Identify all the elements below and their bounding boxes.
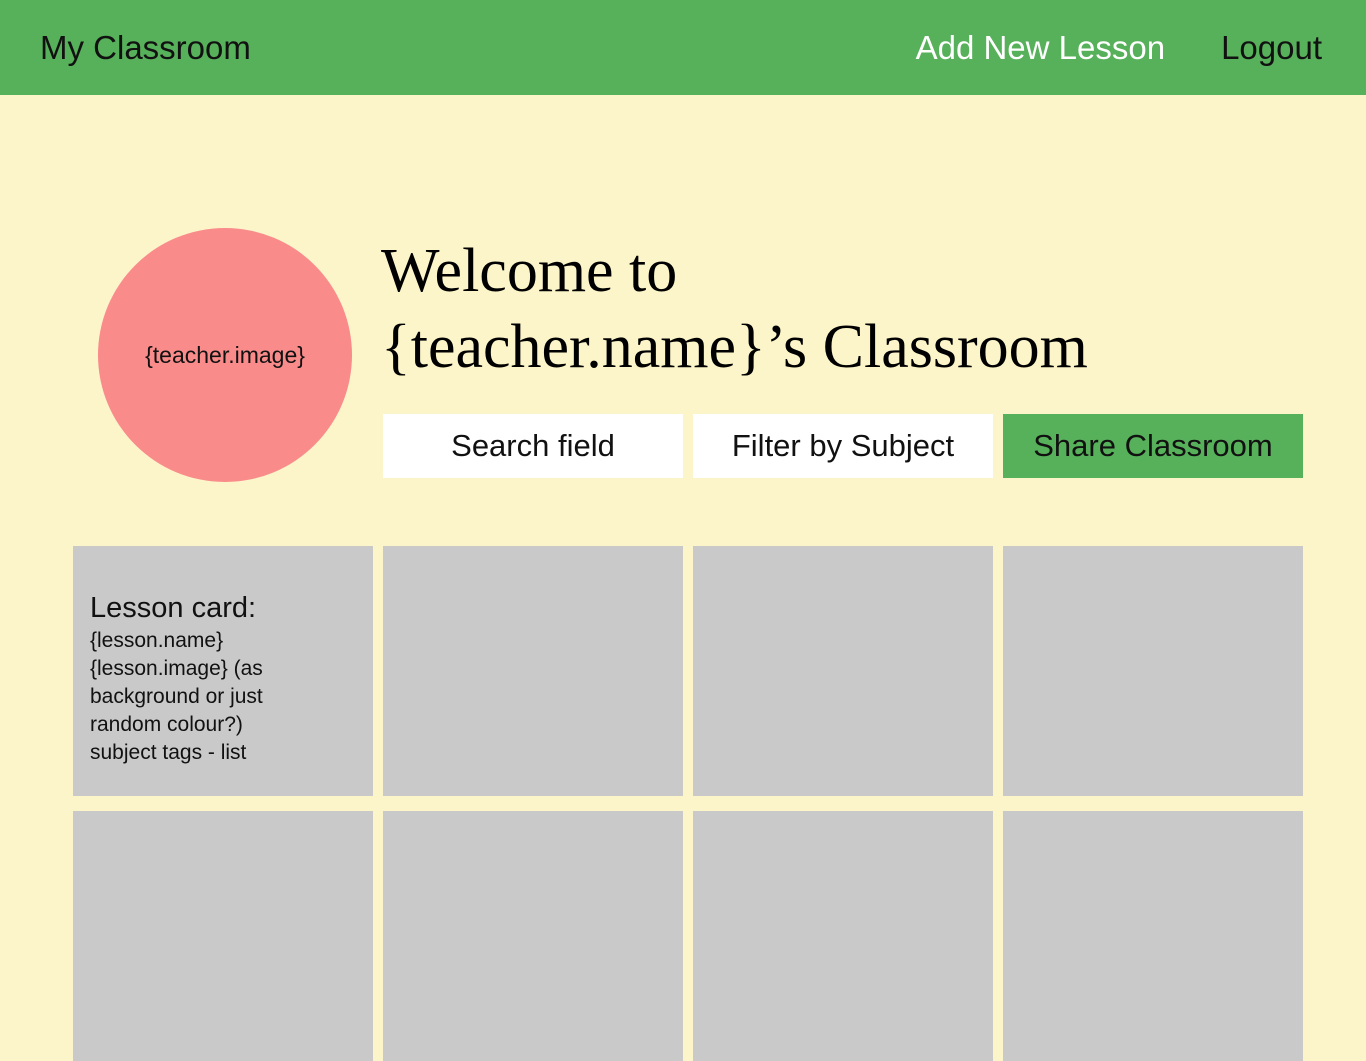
page-title: Welcome to {teacher.name}’s Classroom xyxy=(381,233,1311,385)
share-classroom-button[interactable]: Share Classroom xyxy=(1003,414,1303,478)
lesson-card-note-line: random colour?) xyxy=(90,713,243,736)
nav-link-add-new-lesson[interactable]: Add New Lesson xyxy=(916,31,1165,64)
lesson-card[interactable]: Lesson card: {lesson.name} {lesson.image… xyxy=(73,546,373,796)
nav-links-group: Add New Lesson Logout xyxy=(916,0,1322,95)
page-title-line-1: Welcome to xyxy=(381,237,678,305)
filter-by-subject-select[interactable]: Filter by Subject xyxy=(693,414,993,478)
lesson-card[interactable] xyxy=(383,546,683,796)
welcome-hero-section: {teacher.image} Welcome to {teacher.name… xyxy=(0,95,1366,535)
classroom-toolbar: Search field Filter by Subject Share Cla… xyxy=(383,414,1303,478)
lesson-card[interactable] xyxy=(383,811,683,1061)
top-navigation-bar: My Classroom Add New Lesson Logout xyxy=(0,0,1366,95)
classroom-dashboard: My Classroom Add New Lesson Logout {teac… xyxy=(0,0,1366,1061)
lesson-card[interactable] xyxy=(693,811,993,1061)
search-input[interactable]: Search field xyxy=(383,414,683,478)
lesson-card[interactable] xyxy=(73,811,373,1061)
lesson-card-heading: Lesson card: xyxy=(90,592,257,624)
nav-link-logout[interactable]: Logout xyxy=(1221,31,1322,64)
lesson-card[interactable] xyxy=(1003,546,1303,796)
lesson-card[interactable] xyxy=(1003,811,1303,1061)
lesson-card-grid: Lesson card: {lesson.name} {lesson.image… xyxy=(73,546,1303,1061)
lesson-card[interactable] xyxy=(693,546,993,796)
brand-title[interactable]: My Classroom xyxy=(40,0,251,95)
lesson-card-note-line: background or just xyxy=(90,685,263,708)
page-title-line-2: {teacher.name}’s Classroom xyxy=(381,313,1088,381)
lesson-card-note-line: subject tags - list xyxy=(90,741,247,764)
lesson-card-note-line: {lesson.image} (as xyxy=(90,657,263,680)
teacher-avatar-placeholder-label: {teacher.image} xyxy=(145,341,305,368)
teacher-avatar[interactable]: {teacher.image} xyxy=(98,228,352,482)
lesson-card-note-line: {lesson.name} xyxy=(90,629,224,652)
